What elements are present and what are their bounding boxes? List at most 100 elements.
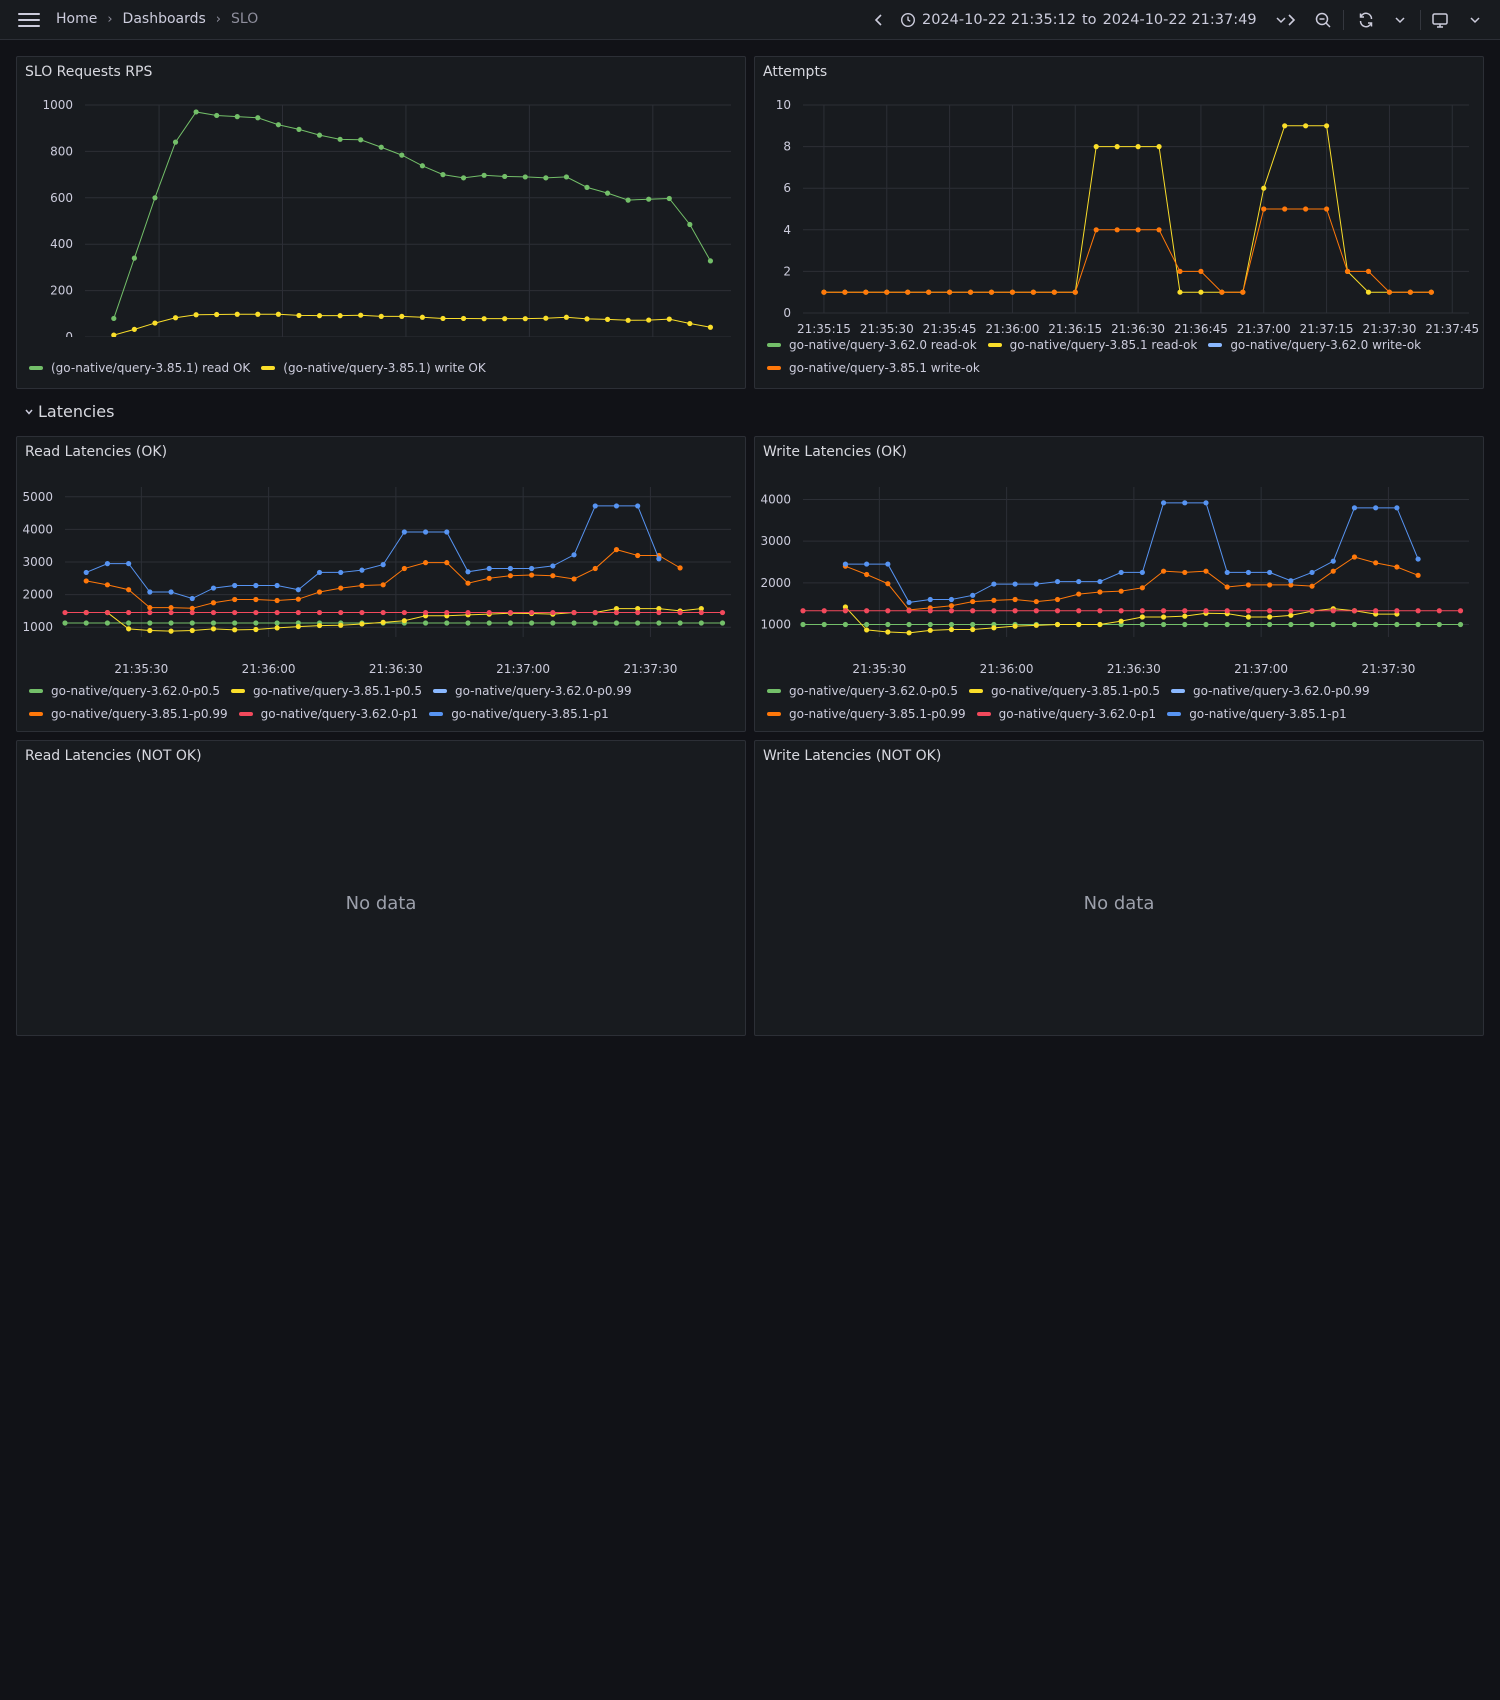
- legend-item[interactable]: go-native/query-3.85.1-p1: [429, 707, 609, 721]
- data-point: [126, 626, 132, 632]
- write-latencies-ok-chart[interactable]: 1000 2000 3000 4000 21:35:30 21:36:00 21:36:30…: [755, 437, 1485, 677]
- data-point: [104, 561, 111, 567]
- data-point: [172, 315, 179, 321]
- data-point: [232, 609, 238, 616]
- legend-label: (go-native/query-3.85.1) write OK: [283, 360, 486, 375]
- data-point: [440, 172, 446, 178]
- data-point: [172, 139, 179, 145]
- data-point: [646, 317, 652, 323]
- data-point: [193, 312, 199, 318]
- data-point: [126, 561, 132, 567]
- legend-item[interactable]: (go-native/query-3.85.1) read OK: [29, 361, 250, 375]
- data-point: [234, 311, 240, 317]
- data-point: [613, 620, 620, 626]
- data-point: [378, 144, 384, 150]
- panel-write-latencies-not-ok[interactable]: Write Latencies (NOT OK) No data: [754, 740, 1484, 1036]
- data-point: [1033, 622, 1039, 628]
- legend-item[interactable]: go-native/query-3.62.0 write-ok: [1208, 338, 1421, 352]
- data-point: [529, 565, 535, 572]
- y-tick-label: 3000: [22, 555, 53, 569]
- panel-read-latencies-ok[interactable]: Read Latencies (OK) 1000 2000 3000 4000 5000…: [16, 436, 746, 732]
- refresh-interval-dropdown[interactable]: [1388, 8, 1412, 32]
- data-point: [1267, 621, 1273, 628]
- hamburger-menu-icon[interactable]: [18, 10, 40, 30]
- data-point: [1177, 268, 1183, 274]
- legend-item[interactable]: go-native/query-3.85.1 read-ok: [987, 338, 1197, 352]
- legend-swatch: [987, 342, 1002, 347]
- data-point: [358, 137, 364, 143]
- panel-write-latencies-ok[interactable]: Write Latencies (OK) 1000 2000 3000 4000 21:…: [754, 436, 1484, 732]
- data-point: [1203, 500, 1209, 506]
- y-tick-label: 10: [776, 98, 791, 112]
- legend-label: go-native/query-3.62.0-p0.99: [1193, 683, 1370, 698]
- rps-chart[interactable]: 0200400600800100021:35:3021:36:0021:36:3…: [17, 57, 747, 337]
- legend-item[interactable]: go-native/query-3.85.1 write-ok: [767, 361, 980, 375]
- x-tick-label: 21:37:30: [1361, 662, 1415, 676]
- time-range-picker[interactable]: 2024-10-22 21:35:12 to 2024-10-22 21:37:…: [900, 8, 1287, 32]
- panel-title[interactable]: Write Latencies (NOT OK): [763, 748, 941, 764]
- tv-mode-button[interactable]: [1428, 8, 1452, 32]
- legend-item[interactable]: go-native/query-3.62.0-p0.5: [29, 684, 220, 698]
- legend-item[interactable]: go-native/query-3.85.1-p0.99: [767, 707, 966, 721]
- zoom-out-button[interactable]: [1311, 8, 1335, 32]
- data-point: [1139, 585, 1145, 591]
- data-point: [1415, 621, 1421, 628]
- data-point: [967, 289, 974, 295]
- data-point: [1093, 144, 1099, 150]
- breadcrumb-home[interactable]: Home: [56, 11, 97, 27]
- data-point: [210, 609, 217, 616]
- legend-item[interactable]: go-native/query-3.62.0-p1: [238, 707, 418, 721]
- data-point: [1428, 289, 1434, 295]
- legend-swatch: [261, 365, 276, 370]
- data-point: [625, 317, 631, 323]
- read-latencies-ok-chart[interactable]: 1000 2000 3000 4000 5000 21:35:30 21:36:00 21:3…: [17, 437, 747, 677]
- time-back-button[interactable]: [867, 8, 891, 32]
- data-point: [635, 552, 641, 559]
- data-point: [316, 569, 323, 576]
- data-point: [529, 609, 535, 616]
- legend-item[interactable]: go-native/query-3.85.1-p0.99: [29, 707, 228, 721]
- series-line: [845, 556, 1419, 611]
- breadcrumb-dashboards[interactable]: Dashboards: [123, 11, 206, 27]
- panel-title[interactable]: Read Latencies (NOT OK): [25, 748, 202, 764]
- legend-label: go-native/query-3.85.1-p1: [1189, 706, 1347, 721]
- row-latencies[interactable]: Latencies: [24, 402, 114, 421]
- data-point: [1156, 144, 1162, 150]
- attempts-chart[interactable]: 024681021:35:15 21:35:30 21:35:45 21:36:00 2…: [755, 57, 1485, 337]
- legend-item[interactable]: go-native/query-3.62.0 read-ok: [767, 338, 977, 352]
- data-point: [168, 628, 174, 634]
- legend-item[interactable]: go-native/query-3.62.0-p0.5: [767, 684, 958, 698]
- legend-item[interactable]: go-native/query-3.62.0-p0.99: [1171, 684, 1370, 698]
- data-point: [991, 581, 997, 587]
- time-to-word: to: [1082, 12, 1097, 28]
- data-point: [563, 314, 570, 320]
- legend-label: go-native/query-3.62.0-p0.5: [789, 683, 958, 698]
- data-point: [126, 587, 132, 593]
- legend-row: (go-native/query-3.85.1) read OK (go-nati…: [29, 356, 497, 379]
- data-point: [1267, 614, 1273, 620]
- legend-item[interactable]: go-native/query-3.85.1-p0.5: [231, 684, 422, 698]
- view-mode-dropdown[interactable]: [1463, 8, 1487, 32]
- data-point: [604, 190, 611, 196]
- data-point: [884, 289, 890, 295]
- legend-item[interactable]: go-native/query-3.85.1-p1: [1167, 707, 1347, 721]
- panel-read-latencies-not-ok[interactable]: Read Latencies (NOT OK) No data: [16, 740, 746, 1036]
- data-point: [550, 609, 556, 616]
- data-point: [401, 529, 407, 535]
- data-point: [948, 621, 955, 628]
- chevron-right-icon: ›: [107, 11, 113, 27]
- panel-attempts[interactable]: Attempts 0 2 4 6 8 10 21:35:15 21:35:30 21:35:45…: [754, 56, 1484, 389]
- legend-item[interactable]: go-native/query-3.62.0-p0.99: [433, 684, 632, 698]
- data-point: [821, 621, 827, 628]
- y-tick-label: 4000: [760, 493, 791, 507]
- refresh-button[interactable]: [1354, 8, 1378, 32]
- legend-item[interactable]: go-native/query-3.62.0-p1: [976, 707, 1156, 721]
- legend-item[interactable]: (go-native/query-3.85.1) write OK: [261, 360, 486, 375]
- time-forward-button[interactable]: [1279, 8, 1303, 32]
- data-point: [1054, 596, 1061, 603]
- legend-item[interactable]: go-native/query-3.85.1-p0.5: [969, 684, 1160, 698]
- panel-slo-requests-rps[interactable]: SLO Requests RPS 0200400600800100021:35:…: [16, 56, 746, 389]
- y-tick-label: 4: [783, 223, 791, 237]
- data-point: [338, 609, 344, 616]
- data-point: [948, 603, 955, 609]
